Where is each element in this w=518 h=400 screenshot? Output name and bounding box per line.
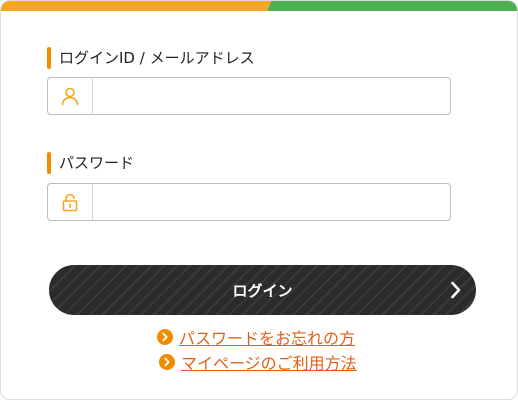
- password-input[interactable]: [93, 184, 450, 220]
- mypage-guide-link-text[interactable]: マイページのご利用方法: [181, 350, 357, 374]
- login-button-label: ログイン: [232, 281, 293, 300]
- password-label-text: パスワード: [59, 154, 135, 172]
- login-card: ログインID / メールアドレス パスワード ログイン パスワードをお忘れの方 …: [0, 0, 518, 400]
- password-label: パスワード: [47, 152, 134, 174]
- header-accent-bar: [1, 1, 517, 11]
- label-marker: [47, 47, 51, 69]
- forgot-password-link-text[interactable]: パスワードをお忘れの方: [179, 325, 355, 349]
- user-icon: [48, 78, 93, 114]
- login-id-input[interactable]: [93, 78, 450, 114]
- circle-chevron-right-icon: [159, 354, 175, 370]
- chevron-right-icon: [450, 280, 462, 304]
- forgot-password-link[interactable]: パスワードをお忘れの方: [157, 325, 355, 349]
- login-id-label-text: ログインID / メールアドレス: [59, 49, 255, 67]
- circle-chevron-right-icon: [157, 329, 173, 345]
- login-button[interactable]: ログイン: [49, 265, 476, 315]
- label-marker: [47, 152, 51, 174]
- login-id-field[interactable]: [47, 77, 451, 115]
- lock-icon: [48, 184, 93, 220]
- login-id-label: ログインID / メールアドレス: [47, 47, 255, 69]
- password-field[interactable]: [47, 183, 451, 221]
- mypage-guide-link[interactable]: マイページのご利用方法: [159, 350, 357, 374]
